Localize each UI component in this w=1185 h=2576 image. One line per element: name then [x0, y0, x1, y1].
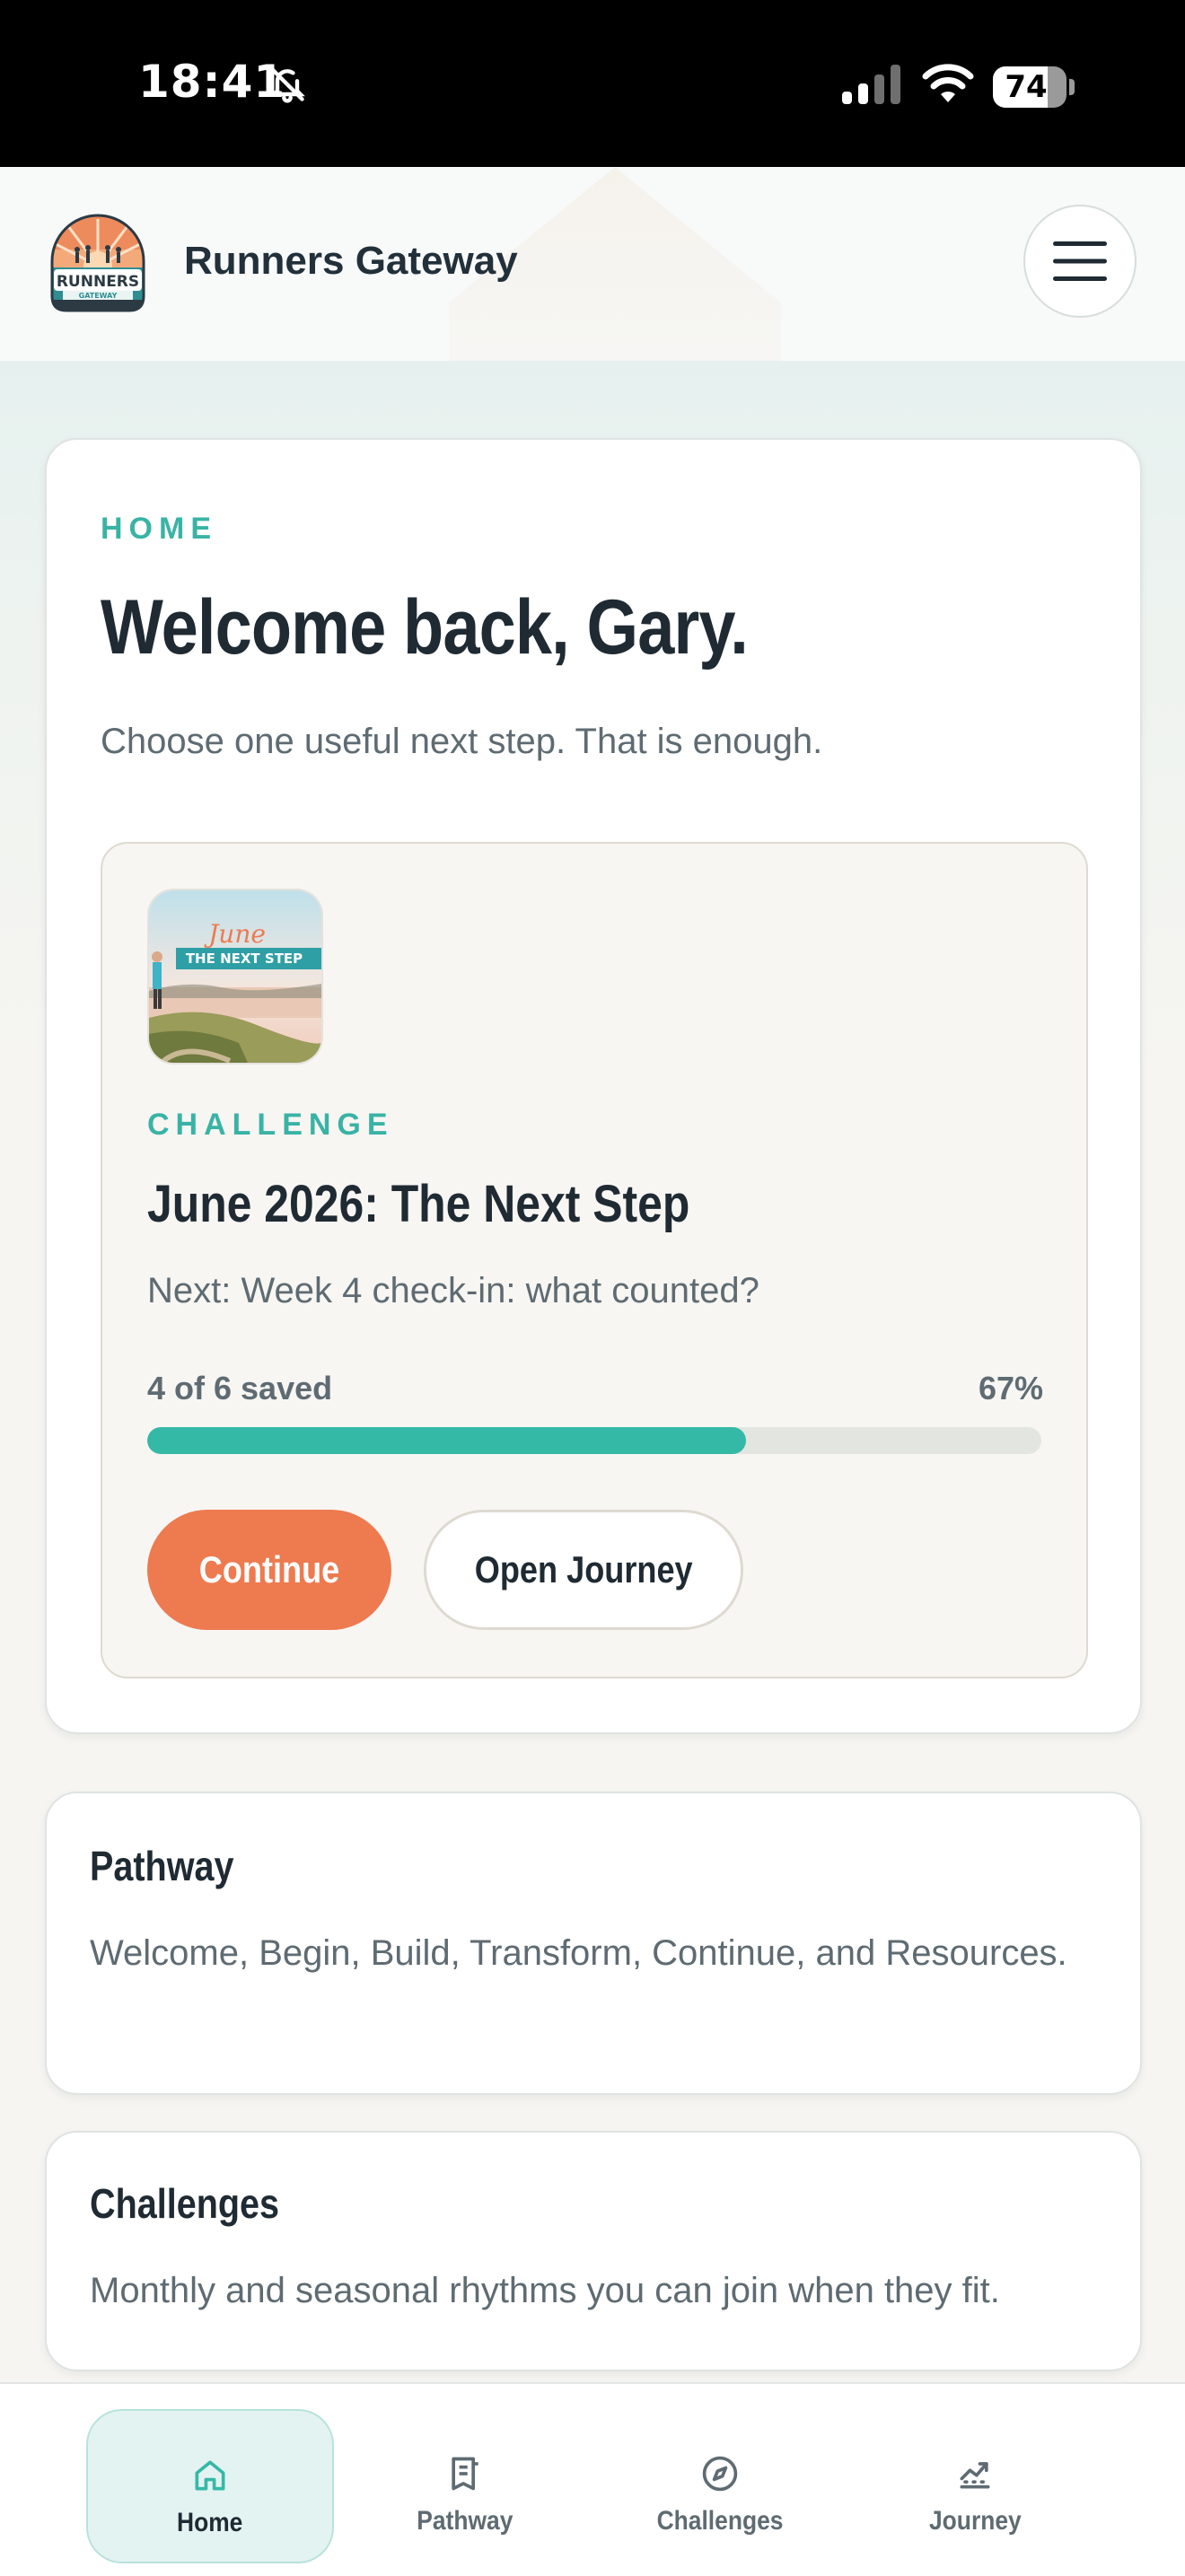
continue-button-label: Continue	[198, 1548, 340, 1590]
nav-home[interactable]: Home	[86, 2409, 334, 2563]
menu-button[interactable]	[1023, 205, 1137, 318]
bottom-nav: Home Pathway Challenges Journey	[0, 2382, 1185, 2576]
challenge-thumbnail[interactable]: June THE NEXT STEP	[147, 889, 323, 1065]
continue-button[interactable]: Continue	[147, 1510, 391, 1630]
challenge-next-step: Next: Week 4 check-in: what counted?	[147, 1271, 759, 1310]
nav-pathway[interactable]: Pathway	[341, 2409, 589, 2563]
battery-icon: 74	[993, 66, 1066, 108]
compass-icon	[702, 2456, 738, 2492]
wifi-icon	[922, 64, 974, 102]
app-header: RUNNERS GATEWAY Runners Gateway	[0, 167, 1185, 363]
cellular-signal-icon	[842, 65, 900, 104]
logo-subtext: GATEWAY	[79, 292, 118, 300]
nav-home-label: Home	[177, 2508, 243, 2537]
chart-icon	[960, 2462, 990, 2489]
pathway-card-description: Welcome, Begin, Build, Transform, Contin…	[90, 1933, 1067, 1973]
challenges-card[interactable]: Challenges Monthly and seasonal rhythms …	[45, 2131, 1142, 2371]
progress-bar	[147, 1427, 1041, 1454]
progress-fill	[147, 1427, 747, 1454]
welcome-heading: Welcome back, Gary.	[101, 584, 749, 670]
progress-percent: 67%	[978, 1370, 1043, 1406]
hamburger-icon	[1053, 241, 1107, 281]
nav-challenges[interactable]: Challenges	[596, 2409, 844, 2563]
challenge-eyebrow: CHALLENGE	[147, 1108, 394, 1142]
open-journey-button-label: Open Journey	[474, 1548, 693, 1590]
runners-gateway-logo[interactable]: RUNNERS GATEWAY	[50, 214, 145, 314]
brand-name[interactable]: Runners Gateway	[184, 239, 518, 284]
current-challenge-card: June THE NEXT STEP CHALLENGE June 2026: …	[101, 842, 1088, 1678]
home-icon	[195, 2460, 225, 2491]
thumb-script-text: June	[204, 919, 266, 949]
status-bar: 18:41 74	[0, 0, 1185, 167]
home-card: HOME Welcome back, Gary. Choose one usef…	[45, 438, 1142, 1734]
challenge-title[interactable]: June 2026: The Next Step	[147, 1174, 689, 1234]
home-tagline: Choose one useful next step. That is eno…	[101, 722, 823, 761]
thumb-banner-text: THE NEXT STEP	[186, 951, 303, 967]
open-journey-button[interactable]: Open Journey	[424, 1510, 743, 1630]
status-time: 18:41	[138, 56, 286, 108]
battery-tip	[1069, 79, 1075, 95]
book-icon	[452, 2457, 478, 2491]
challenges-card-title: Challenges	[90, 2180, 280, 2227]
progress-label: 4 of 6 saved	[147, 1370, 333, 1406]
nav-challenges-label: Challenges	[656, 2506, 784, 2536]
home-eyebrow: HOME	[101, 512, 217, 546]
logo-text: RUNNERS	[57, 273, 139, 291]
pathway-card[interactable]: Pathway Welcome, Begin, Build, Transform…	[45, 1792, 1142, 2095]
nav-journey-label: Journey	[928, 2506, 1022, 2536]
nav-pathway-label: Pathway	[417, 2506, 514, 2536]
bell-off-icon	[269, 67, 305, 103]
pathway-card-title: Pathway	[90, 1843, 234, 1889]
challenge-thumbnail-image: June THE NEXT STEP	[149, 890, 321, 1063]
challenges-card-description: Monthly and seasonal rhythms you can joi…	[90, 2271, 1000, 2310]
battery-percent: 74	[1005, 69, 1048, 105]
nav-journey[interactable]: Journey	[851, 2409, 1099, 2563]
